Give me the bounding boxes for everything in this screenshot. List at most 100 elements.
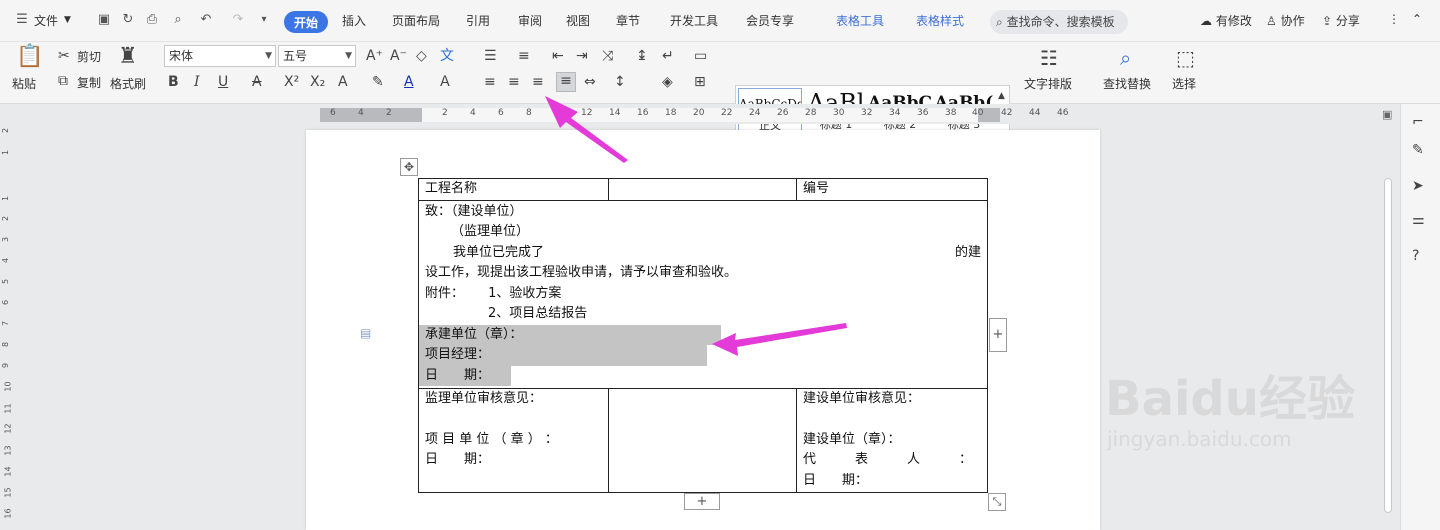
tab-page-layout[interactable]: 页面布局 [392,12,440,29]
copy-icon[interactable]: ⧉ [58,73,68,89]
table-cell[interactable]: 编号 [796,178,988,201]
table-cell[interactable]: 监理单位审核意见： 项 目 单 位 （ 章 ） ： 日 期： [418,387,609,493]
more-icon[interactable]: ⋮ [1388,12,1400,26]
distribute-icon[interactable]: ⇔ [584,74,596,90]
share-icon: ⇪ [1322,14,1333,28]
find-replace-button[interactable]: 查找替换 [1103,75,1151,92]
add-row-icon[interactable]: + [684,493,720,510]
table-cell[interactable] [607,178,798,201]
justify-icon[interactable]: ≡ [556,72,576,92]
collapse-ribbon-icon[interactable]: ⌃ [1412,12,1422,26]
format-painter-icon[interactable]: ♜ [118,44,138,70]
cursor-icon[interactable]: ➤ [1412,178,1424,194]
increase-indent-icon[interactable]: ⇥ [576,48,588,64]
chinese-layout-icon[interactable]: ⤨ [602,48,613,64]
shading-icon[interactable]: ◈ [662,74,673,90]
paragraph-menu-icon[interactable]: ▤ [360,326,371,340]
tab-developer[interactable]: 开发工具 [670,12,718,29]
align-center-icon[interactable]: ≡ [508,74,520,90]
format-painter-button[interactable]: 格式刷 [110,75,146,92]
command-search[interactable]: ⌕ 查找命令、搜索模板 [990,10,1128,34]
tab-references[interactable]: 引用 [466,12,490,29]
char-border-icon[interactable]: Ａ [438,74,452,90]
collaborate-label: 协作 [1280,14,1305,28]
ruler-tick: 40 [972,108,984,118]
tab-home[interactable]: 开始 [284,11,329,33]
tab-table-style[interactable]: 表格样式 [916,12,964,29]
ruler-tick: 6 [330,108,336,118]
text-effect-icon[interactable]: A [338,74,348,90]
has-changes-button[interactable]: ☁ 有修改 [1200,12,1252,29]
bold-icon[interactable]: B [168,74,179,90]
select-icon[interactable]: ⬚ [1176,46,1195,70]
text-layout-icon[interactable]: ☷ [1040,46,1058,70]
find-icon[interactable]: ⌕ [1120,46,1131,70]
increase-font-icon[interactable]: A⁺ [366,48,383,64]
font-color-icon[interactable]: A [404,74,414,90]
font-size-select[interactable]: 五号 ▼ [278,45,356,67]
strikethrough-icon[interactable]: A [252,74,262,90]
phonetic-icon[interactable]: 文 [440,48,454,64]
scissors-icon[interactable]: ✂ [58,48,70,64]
horizontal-ruler[interactable]: 6 4 2 2 4 6 8 10 12 14 16 18 20 22 24 26… [0,104,1400,124]
share-button[interactable]: ⇪ 分享 [1322,12,1360,29]
bullet-list-icon[interactable]: ☰ [484,48,497,64]
table-grid-icon[interactable]: ▭ [694,48,707,64]
print-preview-icon[interactable]: ⌕ [170,12,186,28]
sort-icon[interactable]: ↨ [636,48,648,64]
decrease-indent-icon[interactable]: ⇤ [552,48,564,64]
copy-button[interactable]: 复制 [77,74,101,91]
output-pdf-icon[interactable]: ↻ [120,12,136,28]
cut-button[interactable]: 剪切 [77,48,101,65]
tab-sections[interactable]: 章节 [616,12,640,29]
paste-button[interactable]: 粘贴 [12,75,36,92]
underline-icon[interactable]: U [218,74,228,90]
collapse-sidebar-icon[interactable]: ⌐ [1412,114,1424,130]
font-name-select[interactable]: 宋体 ▼ [164,45,276,67]
customize-icon[interactable]: ▾ [256,12,272,28]
collaborate-button[interactable]: ♙ 协作 [1266,12,1305,29]
text-layout-button[interactable]: 文字排版 [1024,75,1072,92]
settings-sliders-icon[interactable]: ⚌ [1412,212,1425,228]
tab-insert[interactable]: 插入 [342,12,366,29]
italic-icon[interactable]: I [194,74,200,90]
undo-icon[interactable]: ↶ [198,12,214,28]
subscript-icon[interactable]: X₂ [310,74,325,90]
decrease-font-icon[interactable]: A⁻ [390,48,407,64]
search-input[interactable]: 查找命令、搜索模板 [1007,15,1115,29]
line-spacing-icon[interactable]: ↕ [614,74,626,90]
redo-icon[interactable]: ↷ [230,12,246,28]
table-move-handle-icon[interactable]: ✥ [400,158,418,176]
highlight-icon[interactable]: ✎ [372,74,384,90]
table-cell[interactable]: 致：（建设单位） （监理单位） 我单位已完成了 的建 设工作，现提出该工程验收申… [418,199,988,389]
hamburger-icon[interactable]: ☰ [14,12,30,28]
resize-table-icon[interactable]: ⤡ [988,493,1006,511]
numbered-list-icon[interactable]: ≡ [518,48,530,64]
highlighted-line: 日 期： [419,365,981,386]
table-cell[interactable]: 工程名称 [418,178,609,201]
print-icon[interactable]: ⎙ [144,12,160,28]
tab-view[interactable]: 视图 [566,12,590,29]
clear-format-icon[interactable]: ◇ [416,48,427,64]
table-cell[interactable] [607,387,798,493]
tab-member[interactable]: 会员专享 [746,12,794,29]
align-left-icon[interactable]: ≡ [484,74,496,90]
vertical-scrollbar[interactable] [1381,124,1395,530]
align-right-icon[interactable]: ≡ [532,74,544,90]
tab-table-tools[interactable]: 表格工具 [836,12,884,29]
pen-icon[interactable]: ✎ [1412,142,1424,158]
borders-icon[interactable]: ⊞ [694,74,706,90]
scroll-thumb[interactable] [1384,178,1392,513]
select-button[interactable]: 选择 [1172,75,1196,92]
paste-icon[interactable]: 📋 [16,44,43,70]
show-marks-icon[interactable]: ↵ [662,48,674,64]
file-menu[interactable]: 文件 [34,12,58,29]
help-icon[interactable]: ? [1412,248,1419,264]
superscript-icon[interactable]: X² [284,74,299,90]
split-view-icon[interactable]: ▣ [1382,108,1392,121]
table-cell[interactable]: 建设单位审核意见： 建设单位（章）： 代 表 人 ： 日 期： [796,387,988,493]
save-icon[interactable]: ▣ [96,12,112,28]
vertical-ruler[interactable]: 2 1 1 2 3 4 5 6 7 8 9 10 11 12 13 14 15 … [0,124,18,530]
add-column-icon[interactable]: + [989,318,1007,352]
tab-review[interactable]: 审阅 [518,12,542,29]
